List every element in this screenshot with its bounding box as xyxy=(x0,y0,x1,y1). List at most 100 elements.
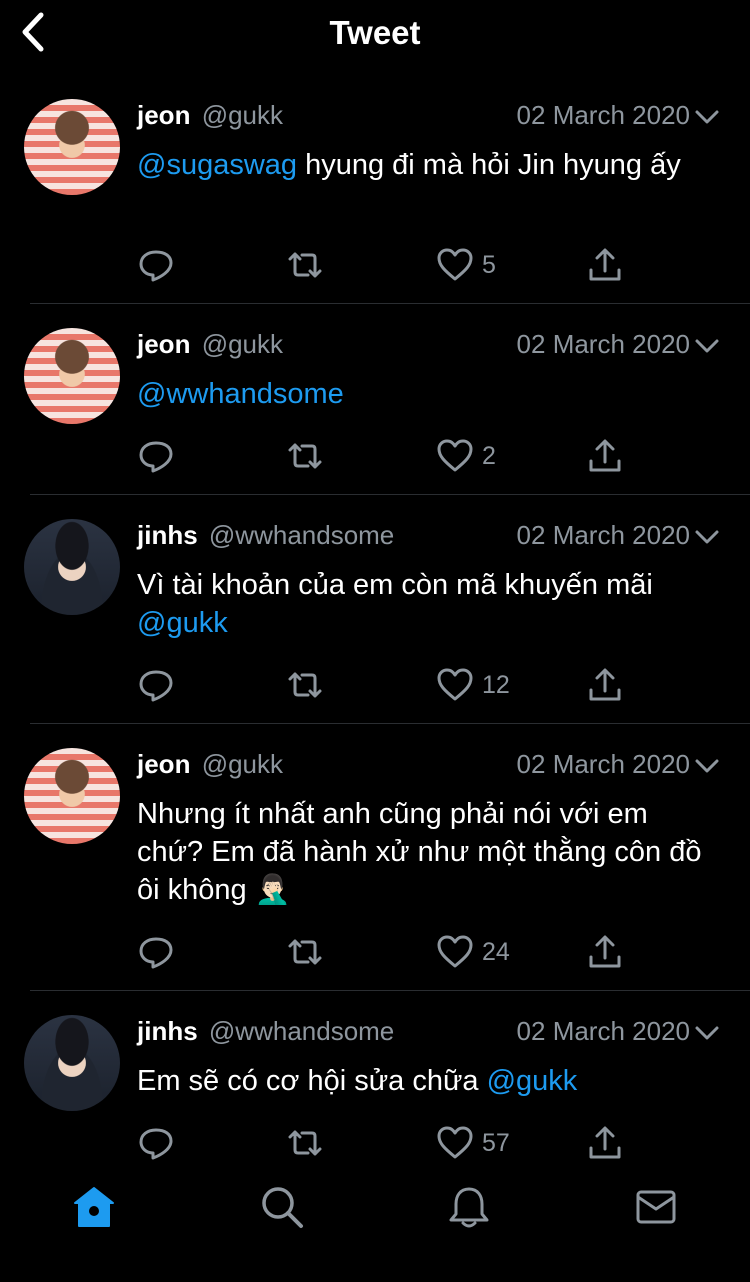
author-handle: @gukk xyxy=(201,100,284,130)
avatar[interactable] xyxy=(24,748,120,844)
tweet-date: 02 March 2020 xyxy=(516,1016,690,1046)
tweet-text: @sugaswag hyung đi mà hỏi Jin hyung ấy xyxy=(137,146,720,184)
notifications-icon xyxy=(449,1187,489,1228)
chevron-down-icon[interactable] xyxy=(694,1020,720,1046)
header: Tweet xyxy=(0,0,750,66)
share-icon xyxy=(589,668,621,701)
tweet-text: Em sẽ có cơ hội sửa chữa @gukk xyxy=(137,1062,720,1100)
tab-messages[interactable] xyxy=(631,1182,681,1232)
heart-icon xyxy=(437,439,473,472)
like-count: 57 xyxy=(482,1128,510,1157)
reply-button[interactable] xyxy=(137,932,175,972)
author-name[interactable]: jeon xyxy=(137,749,190,779)
reply-button[interactable] xyxy=(137,1123,175,1163)
home-icon xyxy=(74,1187,114,1227)
tweet-meta: jeon @gukk 02 March 2020 xyxy=(137,329,690,363)
tweet-text: @wwhandsome xyxy=(137,375,720,413)
tweet-text: Vì tài khoản của em còn mã khuyến mãi @g… xyxy=(137,566,720,642)
author-name[interactable]: jeon xyxy=(137,100,190,130)
mention-link[interactable]: @sugaswag xyxy=(137,149,297,181)
tweet-body: Em sẽ có cơ hội sửa chữa xyxy=(137,1065,487,1097)
heart-icon xyxy=(437,935,473,968)
retweet-button[interactable] xyxy=(286,665,324,705)
retweet-icon xyxy=(288,443,322,469)
share-button[interactable] xyxy=(586,245,624,285)
tab-bar xyxy=(0,1172,750,1282)
reply-icon xyxy=(139,441,173,473)
like-button[interactable]: 5 xyxy=(436,245,496,285)
mention-link[interactable]: @gukk xyxy=(137,607,228,639)
retweet-icon xyxy=(288,252,322,278)
author-handle: @wwhandsome xyxy=(208,1016,395,1046)
author-name[interactable]: jeon xyxy=(137,329,190,359)
tab-home[interactable] xyxy=(69,1182,119,1232)
messages-icon xyxy=(636,1190,676,1224)
tweet-actions: 12 xyxy=(0,665,750,705)
tweet-body: Vì tài khoản của em còn mã khuyến mãi xyxy=(137,569,653,601)
reply-button[interactable] xyxy=(137,665,175,705)
chevron-down-icon[interactable] xyxy=(694,333,720,359)
tweet-date: 02 March 2020 xyxy=(516,329,690,359)
author-name[interactable]: jinhs xyxy=(137,520,198,550)
author-handle: @wwhandsome xyxy=(208,520,395,550)
tweet-meta: jinhs @wwhandsome 02 March 2020 xyxy=(137,520,690,554)
share-icon xyxy=(589,935,621,968)
avatar[interactable] xyxy=(24,1015,120,1111)
author-handle: @gukk xyxy=(201,329,284,359)
share-icon xyxy=(589,1126,621,1159)
reply-icon xyxy=(139,250,173,282)
like-count: 12 xyxy=(482,670,510,699)
reply-button[interactable] xyxy=(137,436,175,476)
retweet-button[interactable] xyxy=(286,436,324,476)
chevron-down-icon[interactable] xyxy=(694,104,720,130)
tweet-text: Nhưng ít nhất anh cũng phải nói với em c… xyxy=(137,795,710,909)
tweet-meta: jeon @gukk 02 March 2020 xyxy=(137,100,690,134)
divider xyxy=(30,494,750,495)
retweet-button[interactable] xyxy=(286,1123,324,1163)
tab-search[interactable] xyxy=(257,1182,307,1232)
tweet-date: 02 March 2020 xyxy=(516,749,690,779)
share-icon xyxy=(589,248,621,281)
divider xyxy=(30,303,750,304)
reply-icon xyxy=(139,670,173,702)
like-button[interactable]: 57 xyxy=(436,1123,510,1163)
like-button[interactable]: 12 xyxy=(436,665,510,705)
tab-notifications[interactable] xyxy=(444,1182,494,1232)
share-button[interactable] xyxy=(586,436,624,476)
tweet-actions: 24 xyxy=(0,932,750,972)
tweet-actions: 57 xyxy=(0,1123,750,1163)
author-name[interactable]: jinhs xyxy=(137,1016,198,1046)
chevron-down-icon[interactable] xyxy=(694,524,720,550)
heart-icon xyxy=(437,1126,473,1159)
avatar[interactable] xyxy=(24,519,120,615)
reply-button[interactable] xyxy=(137,245,175,285)
tweet-meta: jeon @gukk 02 March 2020 xyxy=(137,749,690,783)
tweet-actions: 5 xyxy=(0,245,750,285)
heart-icon xyxy=(437,248,473,281)
share-button[interactable] xyxy=(586,932,624,972)
retweet-icon xyxy=(288,939,322,965)
search-icon xyxy=(262,1187,303,1228)
share-button[interactable] xyxy=(586,1123,624,1163)
tweet-date: 02 March 2020 xyxy=(516,100,690,130)
reply-icon xyxy=(139,1128,173,1160)
retweet-button[interactable] xyxy=(286,245,324,285)
reply-icon xyxy=(139,937,173,969)
divider xyxy=(30,723,750,724)
page-title: Tweet xyxy=(329,14,421,51)
like-button[interactable]: 24 xyxy=(436,932,510,972)
like-button[interactable]: 2 xyxy=(436,436,496,476)
mention-link[interactable]: @wwhandsome xyxy=(137,378,344,410)
share-icon xyxy=(589,439,621,472)
author-handle: @gukk xyxy=(201,749,284,779)
retweet-icon xyxy=(288,1130,322,1156)
tweet-body: Nhưng ít nhất anh cũng phải nói với em c… xyxy=(137,798,702,906)
avatar[interactable] xyxy=(24,99,120,195)
like-count: 24 xyxy=(482,937,510,966)
chevron-down-icon[interactable] xyxy=(694,753,720,779)
share-button[interactable] xyxy=(586,665,624,705)
retweet-button[interactable] xyxy=(286,932,324,972)
avatar[interactable] xyxy=(24,328,120,424)
tweet-body: hyung đi mà hỏi Jin hyung ấy xyxy=(297,149,681,181)
mention-link[interactable]: @gukk xyxy=(487,1065,578,1097)
